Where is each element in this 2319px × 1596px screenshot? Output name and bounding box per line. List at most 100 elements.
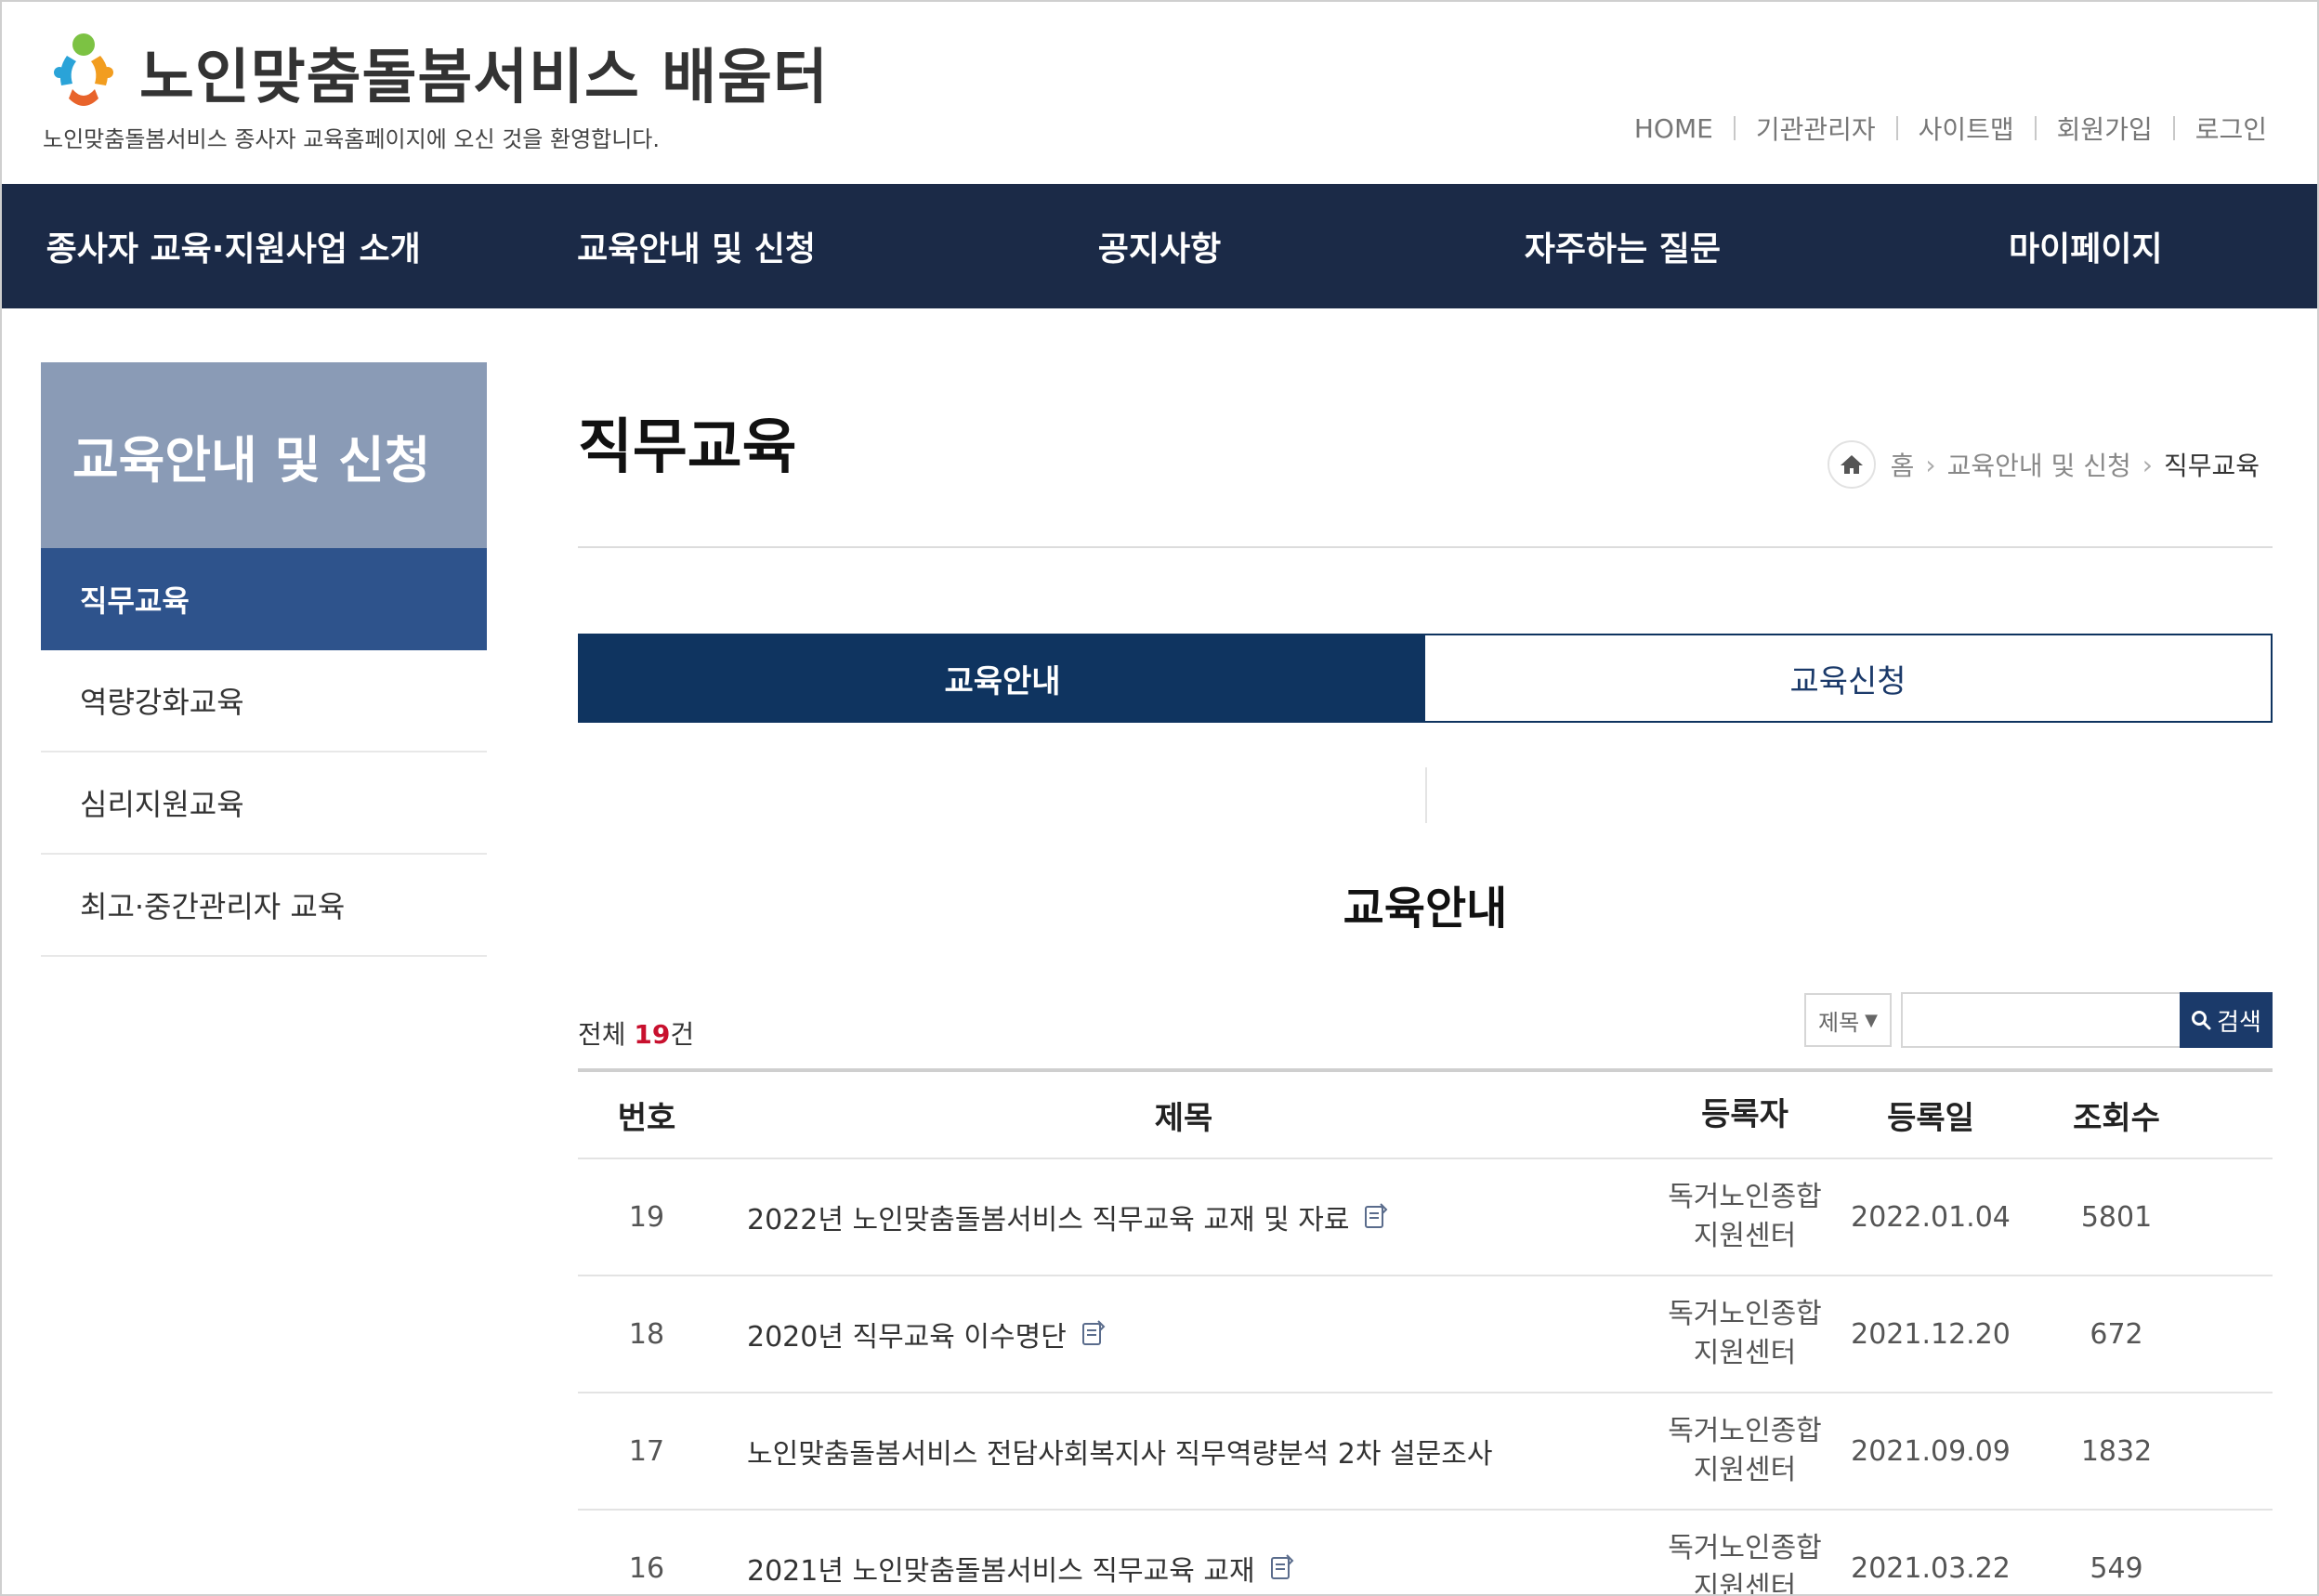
tab-education-apply[interactable]: 교육신청 (1425, 635, 2271, 721)
sidebar: 교육안내 및 신청 직무교육 역량강화교육 심리지원교육 최고·중간관리자 교육 (41, 362, 487, 957)
column-header-date: 등록일 (1887, 1099, 1974, 1137)
sidebar-item-psych-support[interactable]: 심리지원교육 (41, 752, 487, 855)
section-title: 교육안내 (1343, 883, 1508, 935)
main-nav: 종사자 교육·지원사업 소개 교육안내 및 신청 공지사항 자주하는 질문 마이… (2, 184, 2317, 308)
sidebar-title: 교육안내 및 신청 (41, 362, 487, 548)
divider (1425, 767, 1427, 823)
column-header-title: 제목 (1154, 1099, 1213, 1137)
row-writer-line2: 지원센터 (1693, 1220, 1797, 1252)
row-title-cell: 2021년 노인맞춤돌봄서비스 직무교육 교재 (715, 1548, 1652, 1589)
row-number: 19 (628, 1200, 665, 1234)
row-views: 549 (2090, 1551, 2143, 1585)
logo-icon (54, 33, 113, 106)
row-title-cell: 노인맞춤돌봄서비스 전담사회복지사 직무역량분석 2차 설문조사 (715, 1431, 1652, 1472)
caret-down-icon: ▼ (1865, 1010, 1878, 1030)
site-title: 노인맞춤돌봄서비스 배움터 (139, 44, 829, 112)
search-button[interactable]: 검색 (2180, 992, 2273, 1048)
row-number: 16 (628, 1551, 665, 1585)
sitemap-link[interactable]: 사이트맵 (1919, 110, 2014, 147)
row-writer: 독거노인종합 지원센터 (1652, 1412, 1838, 1490)
table-row[interactable]: 19 2022년 노인맞춤돌봄서비스 직무교육 교재 및 자료 독거노인종합 지… (578, 1159, 2273, 1276)
site-slogan: 노인맞춤돌봄서비스 종사자 교육홈페이지에 오신 것을 환영합니다. (43, 126, 661, 152)
page-title: 직무교육 (578, 413, 797, 482)
total-suffix: 건 (670, 1019, 695, 1050)
attachment-icon (1270, 1554, 1293, 1579)
chevron-right-icon: › (2142, 449, 2153, 480)
home-icon[interactable] (1827, 440, 1876, 489)
breadcrumb-home[interactable]: 홈 (1891, 446, 1915, 483)
row-date: 2022.01.04 (1851, 1200, 2011, 1234)
nav-item-notice[interactable]: 공지사항 (928, 184, 1391, 308)
chevron-right-icon: › (1925, 449, 1936, 480)
sidebar-item-job-training[interactable]: 직무교육 (41, 548, 487, 650)
row-title-link[interactable]: 2022년 노인맞춤돌봄서비스 직무교육 교재 및 자료 (747, 1197, 1349, 1237)
tab-education-info[interactable]: 교육안내 (580, 635, 1425, 721)
table-row[interactable]: 16 2021년 노인맞춤돌봄서비스 직무교육 교재 독거노인종합 지원센터 2… (578, 1511, 2273, 1596)
row-writer: 독거노인종합 지원센터 (1652, 1529, 1838, 1596)
row-views: 672 (2090, 1317, 2143, 1351)
row-title-link[interactable]: 2021년 노인맞춤돌봄서비스 직무교육 교재 (747, 1548, 1255, 1589)
row-writer-line1: 독거노인종합 (1668, 1181, 1822, 1213)
row-writer-line2: 지원센터 (1693, 1571, 1797, 1596)
table-row[interactable]: 18 2020년 직무교육 이수명단 독거노인종합 지원센터 2021.12.2… (578, 1276, 2273, 1393)
row-writer: 독거노인종합 지원센터 (1652, 1295, 1838, 1373)
row-writer-line2: 지원센터 (1693, 1454, 1797, 1486)
home-link[interactable]: HOME (1634, 113, 1713, 144)
total-count: 전체 19건 (578, 1014, 694, 1052)
search-field-select[interactable]: 제목 ▼ (1804, 993, 1892, 1047)
divider (2034, 116, 2037, 140)
sidebar-item-capacity[interactable]: 역량강화교육 (41, 650, 487, 752)
divider (1733, 116, 1736, 140)
row-title-link[interactable]: 2020년 직무교육 이수명단 (747, 1314, 1067, 1354)
search-field-value: 제목 (1817, 1009, 1860, 1036)
nav-item-faq[interactable]: 자주하는 질문 (1391, 184, 1854, 308)
row-date: 2021.09.09 (1851, 1434, 2011, 1468)
search-icon (2192, 1011, 2211, 1030)
search-form: 제목 ▼ 검색 (1804, 992, 2273, 1048)
row-date: 2021.03.22 (1851, 1551, 2011, 1585)
total-number: 19 (634, 1019, 671, 1050)
row-number: 18 (628, 1317, 665, 1351)
row-writer-line1: 독거노인종합 (1668, 1415, 1822, 1447)
site-logo[interactable]: 노인맞춤돌봄서비스 배움터 (39, 28, 829, 117)
content-tabs: 교육안내 교육신청 (578, 634, 2273, 723)
row-title-link[interactable]: 노인맞춤돌봄서비스 전담사회복지사 직무역량분석 2차 설문조사 (747, 1431, 1492, 1472)
row-writer: 독거노인종합 지원센터 (1652, 1178, 1838, 1256)
login-link[interactable]: 로그인 (2195, 110, 2267, 147)
signup-link[interactable]: 회원가입 (2057, 110, 2153, 147)
nav-item-education[interactable]: 교육안내 및 신청 (465, 184, 927, 308)
title-divider (578, 546, 2273, 548)
utility-links: HOME 기관관리자 사이트맵 회원가입 로그인 (1634, 110, 2267, 147)
row-title-cell: 2022년 노인맞춤돌봄서비스 직무교육 교재 및 자료 (715, 1197, 1652, 1237)
divider (2172, 116, 2175, 140)
sidebar-item-manager[interactable]: 최고·중간관리자 교육 (41, 855, 487, 957)
row-writer-line1: 독거노인종합 (1668, 1532, 1822, 1564)
column-header-writer: 등록자 (1701, 1096, 1788, 1133)
breadcrumb-current: 직무교육 (2163, 451, 2260, 481)
nav-item-intro[interactable]: 종사자 교육·지원사업 소개 (2, 184, 465, 308)
table-header: 번호 제목 등록자 등록일 조회수 (578, 1072, 2273, 1159)
nav-item-mypage[interactable]: 마이페이지 (1854, 184, 2317, 308)
breadcrumb-category[interactable]: 교육안내 및 신청 (1947, 446, 2131, 483)
row-title-cell: 2020년 직무교육 이수명단 (715, 1314, 1652, 1354)
row-date: 2021.12.20 (1851, 1317, 2011, 1351)
total-prefix: 전체 (578, 1019, 635, 1050)
attachment-icon (1081, 1320, 1106, 1345)
table-row[interactable]: 17 노인맞춤돌봄서비스 전담사회복지사 직무역량분석 2차 설문조사 독거노인… (578, 1393, 2273, 1511)
search-button-label: 검색 (2217, 1008, 2261, 1037)
search-input[interactable] (1901, 992, 2180, 1048)
row-views: 1832 (2080, 1434, 2153, 1468)
row-writer-line1: 독거노인종합 (1668, 1298, 1822, 1330)
breadcrumb: 홈 › 교육안내 및 신청 › 직무교육 (1827, 440, 2260, 489)
column-header-number: 번호 (617, 1099, 676, 1137)
board-table: 번호 제목 등록자 등록일 조회수 19 2022년 노인맞춤돌봄서비스 직무교… (578, 1068, 2273, 1596)
divider (1895, 116, 1898, 140)
column-header-views: 조회수 (2073, 1099, 2160, 1137)
site-header: 노인맞춤돌봄서비스 배움터 노인맞춤돌봄서비스 종사자 교육홈페이지에 오신 것… (2, 2, 2317, 184)
row-number: 17 (628, 1434, 665, 1468)
admin-link[interactable]: 기관관리자 (1756, 110, 1876, 147)
row-writer-line2: 지원센터 (1693, 1337, 1797, 1369)
attachment-icon (1365, 1203, 1388, 1228)
page-frame: 노인맞춤돌봄서비스 배움터 노인맞춤돌봄서비스 종사자 교육홈페이지에 오신 것… (0, 0, 2319, 1596)
row-views: 5801 (2080, 1200, 2153, 1234)
